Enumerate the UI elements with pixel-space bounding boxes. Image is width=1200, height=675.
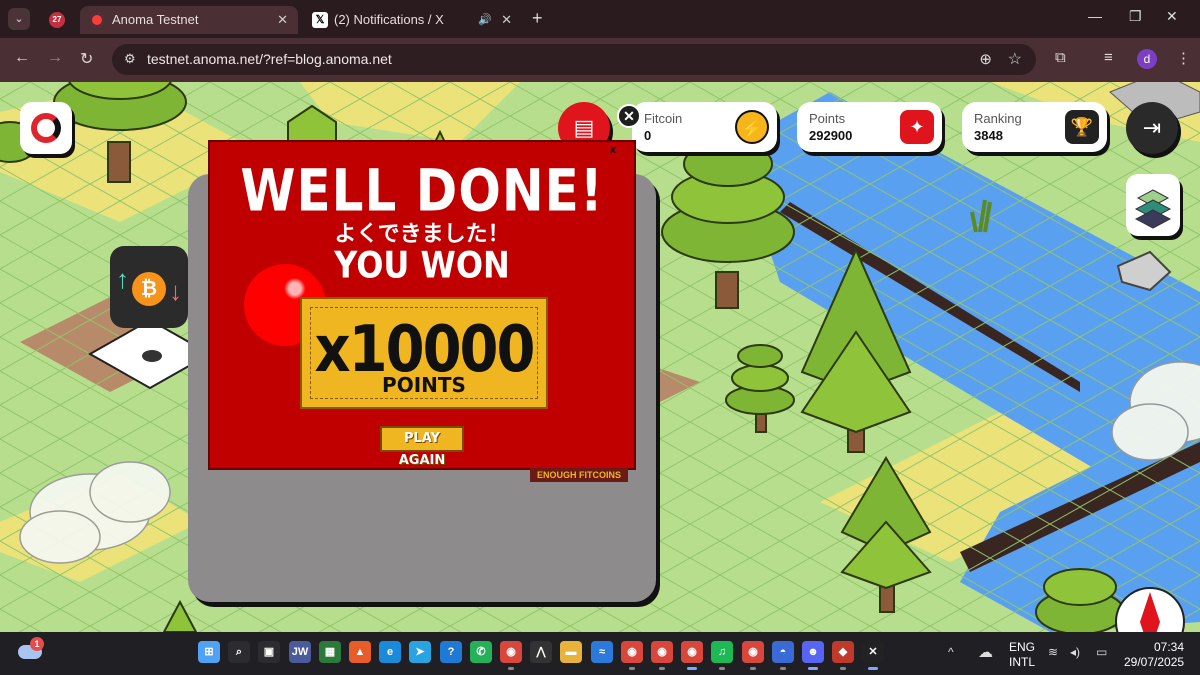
- anoma-logo-button[interactable]: [20, 102, 72, 154]
- taskbar-brave-icon[interactable]: ▲: [349, 641, 371, 663]
- new-tab-button[interactable]: +: [532, 8, 543, 29]
- forward-arrow-icon[interactable]: →: [47, 49, 63, 67]
- pinned-tab[interactable]: 27: [42, 6, 72, 34]
- fitcoin-label: Fitcoin: [644, 111, 683, 126]
- prize-unit: POINTS: [382, 373, 466, 397]
- address-bar[interactable]: ⚙ testnet.anoma.net/?ref=blog.anoma.net …: [112, 44, 1036, 75]
- url-text[interactable]: testnet.anoma.net/?ref=blog.anoma.net: [147, 51, 392, 67]
- notification-badge: 1: [30, 637, 44, 651]
- tab-search-button[interactable]: ⌄: [8, 8, 30, 30]
- points-counter: Points 292900 ✦: [797, 102, 942, 152]
- ranking-label: Ranking: [974, 111, 1022, 126]
- ranking-counter: Ranking 3848 🏆: [962, 102, 1107, 152]
- tab-title: Anoma Testnet: [112, 12, 199, 27]
- map-view-button[interactable]: [1126, 174, 1180, 236]
- speaker-icon[interactable]: 🔊: [478, 6, 492, 34]
- taskbar-chrome-1-icon[interactable]: ◉: [500, 641, 522, 670]
- enough-fitcoins-button: ENOUGH FITCOINS: [530, 468, 628, 482]
- lang-code: ENG: [1009, 640, 1036, 654]
- windows-taskbar: 1 ⊞ ⌕ ▣ JW ▦ ▲ e ➤? ✆ ◉ ⋀ ▬ ≈ ◉ ◉ ◉ ♫ ◉ ◓ ☻ ◆ ✕ ^ ☁ ENG INTL …: [0, 632, 1200, 675]
- anoma-logo-icon: [31, 113, 61, 143]
- prize-ticket: x10000 POINTS: [300, 297, 548, 409]
- taskbar-chrome-4-icon[interactable]: ◉: [681, 641, 703, 670]
- reload-icon[interactable]: ↻: [80, 49, 93, 69]
- volume-icon[interactable]: ◂): [1070, 645, 1080, 659]
- taskbar-files-icon[interactable]: ▬: [560, 641, 582, 663]
- points-label: Points: [809, 111, 846, 126]
- profile-avatar[interactable]: d: [1137, 49, 1157, 69]
- browser-tab-bar: ⌄ 27 Anoma Testnet ✕ 𝕏 (2) Notifications…: [0, 0, 1200, 38]
- ticket-close-icon[interactable]: x: [610, 144, 616, 156]
- logout-icon: ⇥: [1142, 115, 1162, 140]
- onedrive-cloud-icon[interactable]: ☁: [978, 643, 993, 661]
- clock-time: 07:34: [1153, 640, 1184, 654]
- taskbar-jw-icon[interactable]: JW: [289, 641, 311, 663]
- tab-title: (2) Notifications / X: [334, 12, 444, 27]
- zoom-icon[interactable]: ⊕: [979, 50, 992, 68]
- menu-dots-icon[interactable]: ⋮: [1176, 49, 1191, 67]
- weather-widget[interactable]: 1: [18, 637, 44, 659]
- taskbar-game-icon[interactable]: ◆: [832, 641, 854, 670]
- back-arrow-icon[interactable]: ←: [14, 49, 30, 67]
- ranking-value: 3848: [974, 128, 1003, 143]
- lang-layout: INTL: [1009, 655, 1036, 669]
- reward-ticket: x WELL DONE! よくできました！ YOU WON x10000 POI…: [208, 140, 636, 470]
- taskbar-notchrome-icon[interactable]: ◓: [772, 641, 794, 670]
- bitcoin-icon: ₿: [132, 272, 166, 306]
- tab-close-icon[interactable]: ✕: [277, 6, 288, 34]
- taskbar-chrome-5-icon[interactable]: ◉: [742, 641, 764, 670]
- tab-notifications-x[interactable]: 𝕏 (2) Notifications / X 🔊 ✕: [300, 6, 522, 34]
- close-window-button[interactable]: ✕: [1166, 8, 1178, 25]
- bookmark-star-icon[interactable]: ☆: [1008, 49, 1022, 69]
- x-logo-icon: 𝕏: [312, 12, 328, 28]
- tray-chevron-icon[interactable]: ^: [948, 645, 954, 659]
- tab-anoma-testnet[interactable]: Anoma Testnet ✕: [80, 6, 298, 34]
- calendar-icon: 27: [49, 12, 65, 28]
- clock-date: 29/07/2025: [1124, 655, 1185, 669]
- wifi-icon[interactable]: ≋: [1048, 645, 1058, 659]
- taskbar-start-icon[interactable]: ⊞: [198, 641, 220, 663]
- browser-toolbar: ← → ↻ ⚙ testnet.anoma.net/?ref=blog.anom…: [0, 38, 1200, 82]
- play-again-button[interactable]: PLAY AGAIN: [380, 426, 464, 468]
- site-info-icon[interactable]: ⚙: [124, 51, 136, 67]
- trophy-icon: 🏆: [1065, 110, 1099, 144]
- taskbar-whatsapp-icon[interactable]: ✆: [470, 641, 492, 663]
- tab-close-icon[interactable]: ✕: [501, 6, 512, 34]
- anoma-favicon-icon: [90, 13, 104, 27]
- minimize-button[interactable]: —: [1088, 8, 1102, 24]
- media-controls-icon[interactable]: ≡: [1104, 49, 1113, 66]
- arrow-up-icon: ↑: [116, 264, 129, 294]
- taskbar-discord-icon[interactable]: ☻: [802, 641, 824, 670]
- maximize-button[interactable]: ❐: [1129, 8, 1142, 25]
- taskbar-jupiter-icon[interactable]: ≈: [591, 641, 613, 663]
- taskbar-edge-icon[interactable]: e: [379, 641, 401, 663]
- lightning-coin-icon: ⚡: [735, 110, 769, 144]
- taskbar-task-view-icon[interactable]: ▣: [258, 641, 280, 663]
- arrow-down-icon: ↓: [169, 276, 182, 306]
- language-indicator[interactable]: ENG INTL: [1009, 640, 1035, 670]
- taskbar-capcut-icon[interactable]: ✕: [862, 641, 884, 670]
- sparkle-icon: ✦: [900, 110, 934, 144]
- taskbar-search-icon[interactable]: ⌕: [228, 641, 250, 663]
- bitcoin-swap-button[interactable]: ↑ ₿ ↓: [110, 246, 188, 328]
- system-clock[interactable]: 07:34 29/07/2025: [1124, 640, 1184, 670]
- layers-map-icon: [1134, 189, 1172, 229]
- taskbar-store-icon[interactable]: ▦: [319, 641, 341, 663]
- fitcoin-value: 0: [644, 128, 652, 143]
- battery-icon[interactable]: ▭: [1096, 645, 1107, 659]
- extensions-icon[interactable]: ⧉: [1055, 49, 1066, 66]
- modal-close-button[interactable]: ✕: [617, 104, 641, 128]
- taskbar-telegram-icon[interactable]: ➤: [409, 641, 431, 663]
- logout-button[interactable]: ⇥: [1126, 102, 1178, 154]
- taskbar-help-icon[interactable]: ?: [440, 641, 462, 663]
- fitcoin-counter: Fitcoin 0 ⚡: [632, 102, 777, 152]
- taskbar-spotify-icon[interactable]: ♫: [711, 641, 733, 670]
- taskbar-chrome-2-icon[interactable]: ◉: [621, 641, 643, 670]
- taskbar-chrome-3-icon[interactable]: ◉: [651, 641, 673, 670]
- taskbar-arc-icon[interactable]: ⋀: [530, 641, 552, 663]
- points-value: 292900: [809, 128, 853, 143]
- headline: WELL DONE!: [240, 157, 604, 225]
